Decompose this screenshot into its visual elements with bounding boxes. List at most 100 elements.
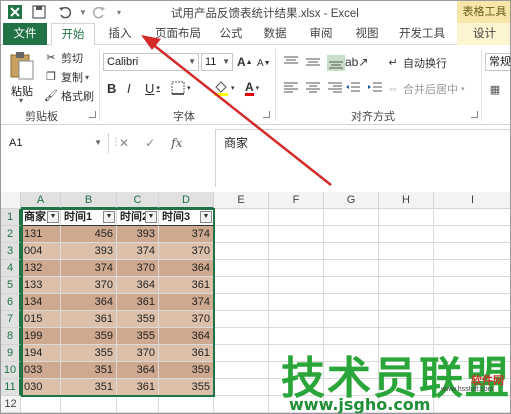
empty-cell[interactable] <box>324 294 379 311</box>
row-header-8[interactable]: 8 <box>1 328 21 345</box>
empty-cell[interactable] <box>379 277 434 294</box>
empty-cell[interactable] <box>379 260 434 277</box>
table-cell[interactable]: 030 <box>21 379 61 396</box>
table-cell[interactable]: 370 <box>159 243 214 260</box>
row-header-10[interactable]: 10 <box>1 362 21 379</box>
tab-view[interactable]: 视图 <box>349 23 385 45</box>
name-box[interactable]: A1 ▼ <box>5 133 109 153</box>
empty-cell[interactable] <box>434 209 510 226</box>
row-header-4[interactable]: 4 <box>1 260 21 277</box>
number-format-select[interactable]: 常规 <box>485 53 510 71</box>
filter-dropdown-icon[interactable]: ▼ <box>200 211 212 223</box>
table-cell[interactable]: 355 <box>117 328 159 345</box>
table-cell[interactable]: 364 <box>159 328 214 345</box>
cut-button[interactable]: ✂ 剪切 <box>43 49 83 67</box>
table-cell[interactable]: 364 <box>159 260 214 277</box>
empty-cell[interactable] <box>324 226 379 243</box>
empty-cell[interactable] <box>214 311 269 328</box>
align-top-icon[interactable] <box>283 55 299 69</box>
empty-cell[interactable] <box>269 226 324 243</box>
empty-cell[interactable] <box>214 328 269 345</box>
table-header-cell[interactable]: 时间3 ▼ <box>159 209 214 226</box>
increase-font-button[interactable]: A ▲ <box>237 53 253 71</box>
table-cell[interactable]: 194 <box>21 345 61 362</box>
decrease-indent-icon[interactable] <box>345 81 361 95</box>
format-painter-button[interactable]: 🖌 格式刷 <box>43 87 94 105</box>
borders-button[interactable]: ▾ <box>171 79 191 97</box>
clipboard-launcher-icon[interactable] <box>89 111 96 118</box>
empty-cell[interactable] <box>324 277 379 294</box>
empty-cell[interactable] <box>434 243 510 260</box>
align-right-icon[interactable] <box>327 81 343 95</box>
align-left-icon[interactable] <box>283 81 299 95</box>
empty-cell[interactable] <box>159 396 214 413</box>
empty-cell[interactable] <box>21 396 61 413</box>
row-header-7[interactable]: 7 <box>1 311 21 328</box>
table-cell[interactable]: 131 <box>21 226 61 243</box>
empty-cell[interactable] <box>434 226 510 243</box>
table-cell[interactable]: 199 <box>21 328 61 345</box>
filter-dropdown-icon[interactable]: ▼ <box>103 211 115 223</box>
empty-cell[interactable] <box>434 294 510 311</box>
row-header-5[interactable]: 5 <box>1 277 21 294</box>
row-header-9[interactable]: 9 <box>1 345 21 362</box>
table-cell[interactable]: 351 <box>61 362 117 379</box>
table-cell[interactable]: 361 <box>159 277 214 294</box>
table-cell[interactable]: 370 <box>117 260 159 277</box>
table-cell[interactable]: 370 <box>117 345 159 362</box>
empty-cell[interactable] <box>214 362 269 379</box>
column-header-g[interactable]: G <box>324 192 379 209</box>
column-header-b[interactable]: B <box>61 192 117 209</box>
empty-cell[interactable] <box>434 311 510 328</box>
empty-cell[interactable] <box>214 379 269 396</box>
table-cell[interactable]: 133 <box>21 277 61 294</box>
table-cell[interactable]: 374 <box>61 260 117 277</box>
tab-page-layout[interactable]: 页面布局 <box>147 23 209 45</box>
cancel-icon[interactable]: ✕ <box>119 136 129 150</box>
table-cell[interactable]: 370 <box>61 277 117 294</box>
tab-developer[interactable]: 开发工具 <box>393 23 451 45</box>
tab-data[interactable]: 数据 <box>257 23 293 45</box>
filter-dropdown-icon[interactable]: ▼ <box>47 211 59 223</box>
table-cell[interactable]: 359 <box>61 328 117 345</box>
currency-format-button[interactable]: ▦ <box>487 81 505 99</box>
empty-cell[interactable] <box>324 260 379 277</box>
empty-cell[interactable] <box>269 277 324 294</box>
formula-input[interactable]: 商家 <box>215 129 510 187</box>
column-header-h[interactable]: H <box>379 192 434 209</box>
table-cell[interactable]: 355 <box>159 379 214 396</box>
table-cell[interactable]: 132 <box>21 260 61 277</box>
tab-file[interactable]: 文件 <box>3 23 47 45</box>
empty-cell[interactable] <box>379 311 434 328</box>
row-header-2[interactable]: 2 <box>1 226 21 243</box>
table-cell[interactable]: 033 <box>21 362 61 379</box>
table-cell[interactable]: 355 <box>61 345 117 362</box>
column-header-c[interactable]: C <box>117 192 159 209</box>
copy-button[interactable]: ❐ 复制 ▾ <box>43 68 89 86</box>
table-cell[interactable]: 015 <box>21 311 61 328</box>
row-header-11[interactable]: 11 <box>1 379 21 396</box>
table-header-cell[interactable]: 时间2 ▼ <box>117 209 159 226</box>
save-icon[interactable] <box>31 4 47 20</box>
empty-cell[interactable] <box>379 294 434 311</box>
table-cell[interactable]: 134 <box>21 294 61 311</box>
table-header-cell[interactable]: 时间1 ▼ <box>61 209 117 226</box>
table-cell[interactable]: 364 <box>117 362 159 379</box>
table-cell[interactable]: 374 <box>117 243 159 260</box>
empty-cell[interactable] <box>269 294 324 311</box>
column-header-i[interactable]: I <box>434 192 510 209</box>
bold-button[interactable]: B <box>107 79 116 97</box>
table-cell[interactable]: 361 <box>61 311 117 328</box>
tab-review[interactable]: 审阅 <box>303 23 339 45</box>
empty-cell[interactable] <box>214 277 269 294</box>
table-cell[interactable]: 370 <box>159 311 214 328</box>
table-cell[interactable]: 364 <box>117 277 159 294</box>
enter-icon[interactable]: ✓ <box>145 136 155 150</box>
empty-cell[interactable] <box>214 243 269 260</box>
row-header-1[interactable]: 1 <box>1 209 21 226</box>
empty-cell[interactable] <box>269 260 324 277</box>
insert-function-icon[interactable]: fx <box>171 136 182 150</box>
font-name-select[interactable]: Calibri ▼ <box>103 53 199 71</box>
empty-cell[interactable] <box>214 294 269 311</box>
empty-cell[interactable] <box>269 243 324 260</box>
